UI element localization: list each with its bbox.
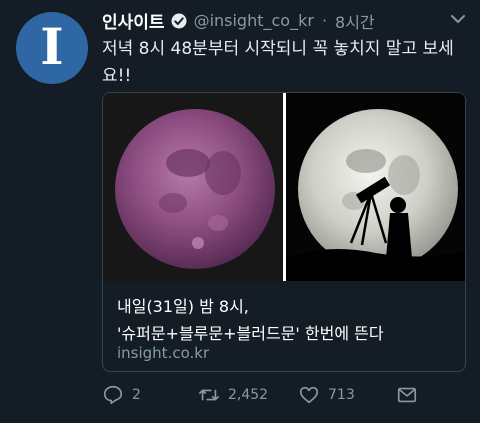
- like-button[interactable]: 713: [298, 384, 355, 406]
- tweet-text: 저녁 8시 48분부터 시작되니 꼭 놓치지 말고 보세요!!: [102, 39, 454, 86]
- card-title: 내일(31일) 밤 8시,: [117, 297, 249, 316]
- card-domain: insight.co.kr: [117, 344, 210, 362]
- avatar-letter: I: [40, 17, 64, 76]
- like-icon: [299, 386, 319, 404]
- tweet-actions: 2 2,452 713: [102, 384, 432, 410]
- link-card[interactable]: 내일(31일) 밤 8시, '슈퍼문+블루문+블러드문' 한번에 뜬다 insi…: [102, 92, 466, 372]
- reply-button[interactable]: 2: [102, 384, 141, 406]
- retweet-count: 2,452: [228, 387, 269, 403]
- message-icon: [397, 387, 417, 403]
- tweet-timestamp[interactable]: 8시간: [335, 9, 375, 33]
- card-media: [103, 93, 465, 281]
- reply-count: 2: [132, 387, 141, 403]
- moon-telescope-image: [286, 93, 465, 281]
- tweet-header: 인사이트 @insight_co_kr · 8시간: [102, 8, 442, 33]
- direct-message-button[interactable]: [396, 384, 418, 406]
- retweet-icon: [199, 389, 219, 401]
- pink-moon-image: [103, 93, 283, 281]
- like-count: 713: [328, 387, 355, 403]
- user-handle[interactable]: @insight_co_kr: [194, 11, 314, 30]
- separator-dot: ·: [321, 11, 328, 30]
- reply-icon: [103, 385, 123, 405]
- avatar[interactable]: I: [16, 12, 88, 84]
- verified-icon: [171, 13, 187, 28]
- display-name[interactable]: 인사이트: [102, 8, 165, 33]
- retweet-button[interactable]: 2,452: [198, 384, 268, 406]
- card-subtitle: '슈퍼문+블루문+블러드문' 한번에 뜬다: [117, 324, 384, 343]
- chevron-down-icon[interactable]: [450, 14, 466, 24]
